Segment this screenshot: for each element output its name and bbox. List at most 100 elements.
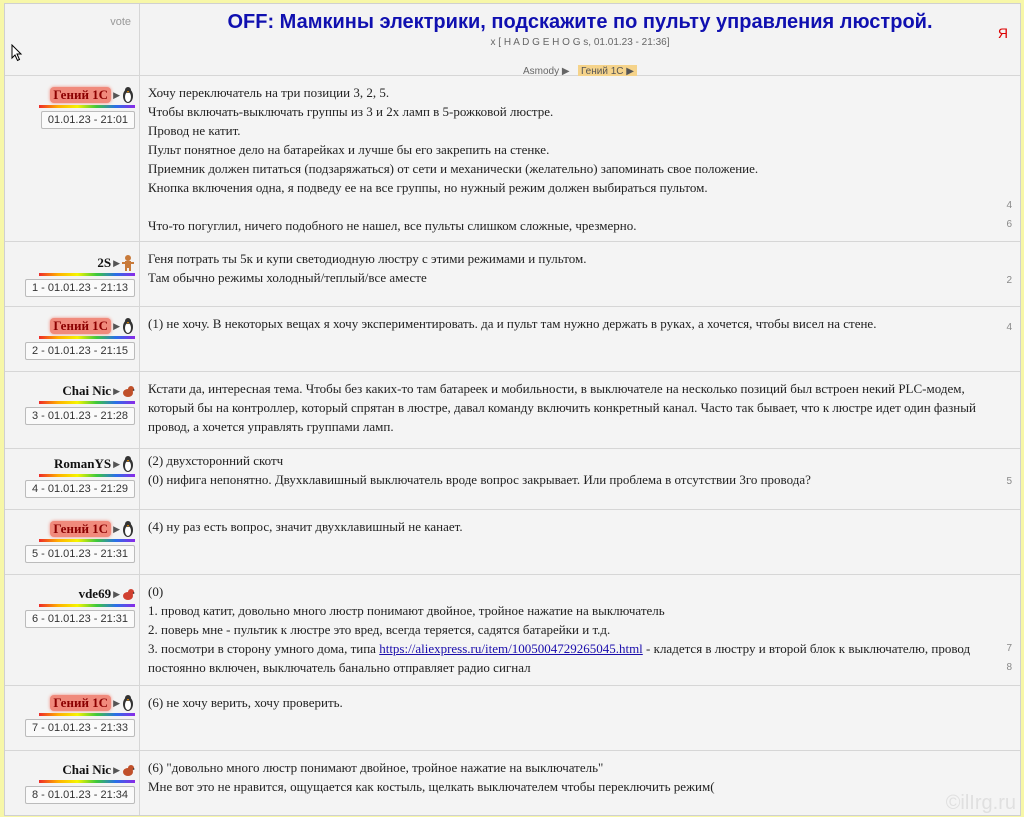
- post-line: Мне вот это не нравится, ощущается как к…: [148, 779, 715, 794]
- post-line: Кнопка включения одна, я подведу ее на в…: [148, 180, 708, 195]
- reply-link[interactable]: 4: [1006, 196, 1012, 215]
- post-row: Гений 1С ▶ 7 - 01.01.23 - 21:33 (6) не хо…: [5, 686, 1020, 751]
- penguin-avatar-icon: [123, 318, 133, 335]
- reply-link[interactable]: 7: [1006, 639, 1012, 658]
- post-line: который бы на контроллер, который спрята…: [148, 400, 976, 415]
- author-block: Гений 1С ▶ 01.01.23 - 21:01: [25, 86, 135, 130]
- reply-link[interactable]: 8: [1006, 658, 1012, 677]
- reply-link[interactable]: 2: [1006, 271, 1012, 290]
- title-cell: OFF: Мамкины электрики, подскажите по пу…: [140, 4, 1020, 78]
- post-line: Хочу переключатель на три позиции 3, 2, …: [148, 85, 390, 100]
- post-body: (0) 1. провод катит, довольно много люст…: [140, 575, 1020, 685]
- post-body: Геня потрать ты 5к и купи светодиодную л…: [140, 242, 1020, 306]
- author-block: vde69 ▶ 6 - 01.01.23 - 21:31: [25, 585, 135, 629]
- bird-avatar-icon: [123, 765, 135, 777]
- post-line: (6) "довольно много люстр понимают двойн…: [148, 760, 604, 775]
- bird-avatar-icon: [123, 386, 135, 398]
- post-line: Чтобы включать-выключать группы из 3 и 2…: [148, 104, 554, 119]
- gingerbread-avatar-icon: [122, 255, 134, 272]
- post-line: Приемник должен питаться (подзаряжаться)…: [148, 161, 759, 176]
- post-line: Кстати да, интересная тема. Чтобы без ка…: [148, 381, 965, 396]
- author-name[interactable]: 2S: [97, 255, 111, 271]
- post-line: Что-то погуглил, ничего подобного не наш…: [148, 218, 637, 233]
- arrow-icon: ▶: [113, 385, 120, 396]
- post-timestamp[interactable]: 2 - 01.01.23 - 21:15: [25, 342, 135, 361]
- author-name[interactable]: Гений 1С: [50, 695, 112, 712]
- forum-thread: vote OFF: Мамкины электрики, подскажите …: [4, 3, 1021, 816]
- post-line: провод, а хочется управлять группами лам…: [148, 419, 394, 434]
- arrow-icon: ▶: [113, 320, 120, 331]
- post-timestamp[interactable]: 5 - 01.01.23 - 21:31: [25, 545, 135, 564]
- vote-label[interactable]: vote: [110, 16, 131, 28]
- author-cell: RomanYS ▶ 4 - 01.01.23 - 21:29: [5, 449, 140, 509]
- post-body: (1) не хочу. В некоторых вещах я хочу эк…: [140, 307, 1020, 371]
- reply-link[interactable]: 5: [1006, 472, 1012, 491]
- post-row: RomanYS ▶ 4 - 01.01.23 - 21:29 (2) двухст…: [5, 449, 1020, 510]
- reply-link[interactable]: 4: [1006, 318, 1012, 337]
- post-line: Геня потрать ты 5к и купи светодиодную л…: [148, 251, 587, 266]
- rank-bar: [39, 604, 135, 608]
- post-body: (4) ну раз есть вопрос, значит двухклави…: [140, 510, 1020, 574]
- post-row: vde69 ▶ 6 - 01.01.23 - 21:31 (0) 1. прово…: [5, 575, 1020, 686]
- penguin-avatar-icon: [123, 456, 133, 473]
- author-cell: Гений 1С ▶ 01.01.23 - 21:01: [5, 76, 140, 241]
- post-row: Гений 1С ▶ 2 - 01.01.23 - 21:15 (1) не хо…: [5, 307, 1020, 372]
- post-line: (0) нифига непонятно. Двухклавишный выкл…: [148, 472, 811, 487]
- yandex-icon[interactable]: Я: [998, 24, 1008, 43]
- post-timestamp[interactable]: 01.01.23 - 21:01: [40, 111, 135, 130]
- rank-bar: [39, 539, 135, 543]
- author-name[interactable]: Chai Nic: [62, 762, 111, 778]
- rank-bar: [39, 401, 135, 405]
- reply-link[interactable]: 6: [1006, 215, 1012, 234]
- author-name[interactable]: Chai Nic: [62, 383, 111, 399]
- thread-header: vote OFF: Мамкины электрики, подскажите …: [5, 4, 1020, 78]
- aliexpress-link[interactable]: https://aliexpress.ru/item/1005004729265…: [379, 641, 643, 656]
- author-cell: Chai Nic ▶ 8 - 01.01.23 - 21:34: [5, 751, 140, 815]
- post-timestamp[interactable]: 7 - 01.01.23 - 21:33: [25, 719, 135, 738]
- post-timestamp[interactable]: 8 - 01.01.23 - 21:34: [25, 786, 135, 805]
- author-name[interactable]: Гений 1С: [50, 318, 112, 335]
- author-cell: Гений 1С ▶ 2 - 01.01.23 - 21:15: [5, 307, 140, 371]
- thread-title: OFF: Мамкины электрики, подскажите по пу…: [227, 11, 933, 33]
- rank-bar: [39, 105, 135, 109]
- arrow-icon: ▶: [113, 257, 120, 268]
- watermark: ©ilIrg.ru: [945, 792, 1016, 814]
- post-line: 1. провод катит, довольно много люстр по…: [148, 603, 665, 618]
- author-name[interactable]: Гений 1С: [50, 521, 112, 538]
- post-timestamp[interactable]: 6 - 01.01.23 - 21:31: [25, 610, 135, 629]
- mouse-cursor-icon: [11, 44, 23, 62]
- post-body: (6) не хочу верить, хочу проверить.: [140, 686, 1020, 750]
- post-line: Провод не катит.: [148, 123, 241, 138]
- post-line: 2. поверь мне - пультик к люстре это вре…: [148, 622, 611, 637]
- post-line: (6) не хочу верить, хочу проверить.: [148, 695, 343, 710]
- penguin-avatar-icon: [123, 695, 133, 712]
- author-name[interactable]: RomanYS: [54, 456, 111, 472]
- arrow-icon: ▶: [113, 764, 120, 775]
- post-timestamp[interactable]: 4 - 01.01.23 - 21:29: [25, 480, 135, 499]
- author-block: Гений 1С ▶ 2 - 01.01.23 - 21:15: [25, 317, 135, 361]
- post-body: Кстати да, интересная тема. Чтобы без ка…: [140, 372, 1020, 448]
- post-row: Гений 1С ▶ 5 - 01.01.23 - 21:31 (4) ну ра…: [5, 510, 1020, 575]
- post-row: Гений 1С ▶ 01.01.23 - 21:01 Хочу переключ…: [5, 76, 1020, 242]
- author-cell: Chai Nic ▶ 3 - 01.01.23 - 21:28: [5, 372, 140, 448]
- rank-bar: [39, 780, 135, 784]
- arrow-icon: ▶: [113, 523, 120, 534]
- author-block: RomanYS ▶ 4 - 01.01.23 - 21:29: [25, 455, 135, 499]
- penguin-avatar-icon: [123, 87, 133, 104]
- post-line: Пульт понятное дело на батарейках и лучш…: [148, 142, 550, 157]
- author-cell: Гений 1С ▶ 7 - 01.01.23 - 21:33: [5, 686, 140, 750]
- post-timestamp[interactable]: 3 - 01.01.23 - 21:28: [25, 407, 135, 426]
- rank-bar: [39, 336, 135, 340]
- post-timestamp[interactable]: 1 - 01.01.23 - 21:13: [25, 279, 135, 298]
- rank-bar: [39, 474, 135, 478]
- author-block: Гений 1С ▶ 7 - 01.01.23 - 21:33: [25, 694, 135, 738]
- author-cell: Гений 1С ▶ 5 - 01.01.23 - 21:31: [5, 510, 140, 574]
- post-line: постоянно включен, выключатель банально …: [148, 660, 531, 675]
- post-body: (6) "довольно много люстр понимают двойн…: [140, 751, 1020, 815]
- author-name[interactable]: vde69: [79, 586, 112, 602]
- post-line: Там обычно режимы холодный/теплый/все ам…: [148, 270, 427, 285]
- author-block: 2S ▶ 1 - 01.01.23 - 21:13: [25, 254, 135, 298]
- author-name[interactable]: Гений 1С: [50, 87, 112, 104]
- vote-cell: vote: [5, 4, 140, 75]
- post-row: 2S ▶ 1 - 01.01.23 - 21:13 Геня потрать ты…: [5, 242, 1020, 307]
